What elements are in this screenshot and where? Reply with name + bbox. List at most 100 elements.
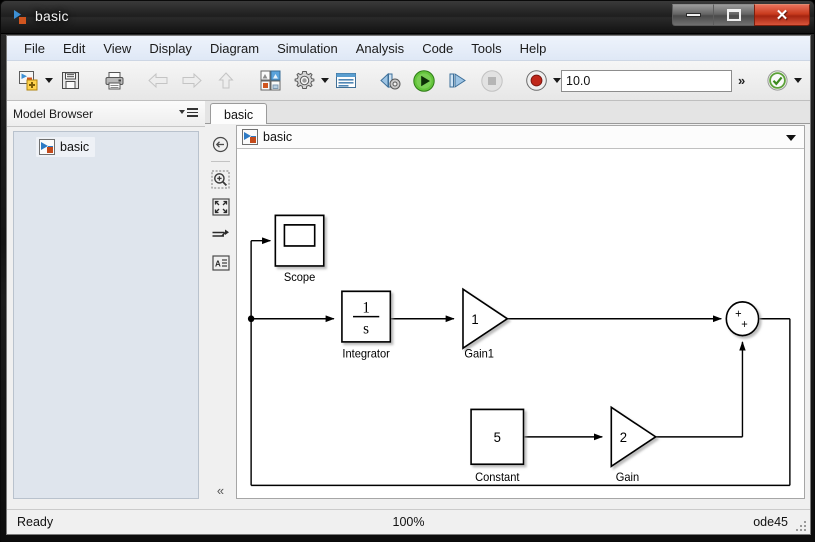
minimize-icon [685, 13, 701, 17]
menu-code[interactable]: Code [413, 38, 462, 59]
editor-pane: basic A « basic Scope 1 s Integrator 1 G… [205, 101, 810, 507]
toolbar-overflow-button[interactable]: » [732, 73, 750, 88]
collapse-tool-rail-button[interactable]: « [205, 479, 236, 501]
zoom-region-icon [211, 170, 230, 188]
window-controls: ✕ [672, 4, 810, 27]
tool-rail-divider [211, 161, 230, 162]
window-frame: basic ✕ File Edit View Display Diagram S… [0, 0, 815, 542]
tree-item-basic[interactable]: basic [36, 137, 96, 157]
svg-text:s: s [363, 320, 369, 337]
step-forward-button[interactable] [441, 65, 475, 97]
forward-arrow-icon [182, 72, 202, 89]
menu-file[interactable]: File [15, 38, 54, 59]
title-bar[interactable]: basic ✕ [1, 1, 814, 34]
svg-text:1: 1 [471, 312, 478, 327]
menu-analysis[interactable]: Analysis [347, 38, 413, 59]
breadcrumb: basic [237, 126, 804, 149]
signal-port-button[interactable] [205, 221, 236, 249]
window-title: basic [35, 8, 69, 24]
library-browser-button[interactable] [253, 65, 287, 97]
model-browser-panel: Model Browser basic [7, 101, 205, 507]
zoom-region-button[interactable] [205, 165, 236, 193]
annotation-icon: A [211, 255, 230, 271]
maximize-button[interactable] [713, 4, 755, 26]
navigate-up-button[interactable] [205, 130, 236, 158]
signal-port-icon [212, 229, 229, 237]
hamburger-icon [187, 108, 198, 117]
main-body: Model Browser basic basic A « basic Scop… [7, 101, 810, 507]
menu-view[interactable]: View [94, 38, 140, 59]
gear-icon [294, 71, 314, 89]
up-button[interactable] [209, 65, 243, 97]
model-browser-title: Model Browser [13, 106, 94, 121]
annotation-button[interactable]: A [205, 249, 236, 277]
simulink-window: basic ✕ File Edit View Display Diagram S… [0, 0, 815, 542]
menu-edit[interactable]: Edit [54, 38, 94, 59]
save-button[interactable] [53, 65, 87, 97]
block-gain: 2 [610, 405, 658, 468]
new-model-icon [18, 71, 37, 91]
client-area: File Edit View Display Diagram Simulatio… [6, 35, 811, 535]
resize-grip-icon[interactable] [794, 519, 806, 531]
build-model-icon [379, 72, 400, 90]
library-browser-icon [260, 70, 280, 91]
stop-icon [481, 69, 503, 92]
tab-basic[interactable]: basic [210, 103, 268, 125]
forward-button[interactable] [175, 65, 209, 97]
menu-display[interactable]: Display [140, 38, 201, 59]
chevron-down-icon[interactable] [786, 135, 796, 141]
browser-options-icon[interactable] [179, 108, 198, 117]
breadcrumb-label: basic [263, 130, 293, 144]
model-browser-tree[interactable]: basic [13, 131, 199, 499]
block-label-constant: Constant [475, 472, 520, 484]
simulink-model-icon [242, 129, 258, 145]
stop-button[interactable] [475, 65, 509, 97]
simulink-model-icon [39, 139, 55, 155]
svg-text:2: 2 [620, 430, 627, 445]
solver-name[interactable]: ode45 [753, 515, 788, 529]
record-icon [525, 70, 547, 91]
fast-restart-button[interactable] [760, 65, 794, 97]
new-model-dropdown[interactable] [45, 66, 53, 96]
block-scope [274, 214, 325, 267]
menu-diagram[interactable]: Diagram [201, 38, 268, 59]
new-model-button[interactable] [11, 65, 45, 97]
block-label-gain: Gain [616, 472, 639, 484]
block-integrator: 1 s [341, 290, 392, 343]
record-dropdown[interactable] [553, 66, 561, 96]
stop-time-input[interactable] [561, 69, 732, 92]
block-diagram[interactable]: Scope 1 s Integrator 1 Gain1 5 Constant … [237, 150, 804, 498]
tab-strip: basic [205, 101, 810, 125]
model-canvas[interactable]: Scope 1 s Integrator 1 Gain1 5 Constant … [237, 150, 804, 498]
run-button[interactable] [407, 65, 441, 97]
block-label-scope: Scope [284, 272, 315, 284]
record-button[interactable] [519, 65, 553, 97]
close-button[interactable]: ✕ [754, 4, 810, 26]
model-explorer-button[interactable] [329, 65, 363, 97]
status-bar: Ready 100% ode45 [7, 509, 810, 534]
menu-tools[interactable]: Tools [462, 38, 510, 59]
block-sum: + + [725, 301, 760, 337]
simulink-model-icon [12, 8, 30, 26]
canvas-container: A « basic Scope 1 s Integrator 1 Gain1 5… [205, 124, 810, 507]
step-forward-icon [449, 73, 466, 88]
maximize-icon [727, 9, 741, 21]
chevron-down-icon [321, 78, 329, 83]
menu-simulation[interactable]: Simulation [268, 38, 347, 59]
toolbar: » [7, 61, 810, 101]
signal-junction [247, 315, 255, 323]
menu-bar: File Edit View Display Diagram Simulatio… [7, 36, 810, 61]
canvas-tool-rail: A « [205, 124, 236, 507]
fit-to-view-button[interactable] [205, 193, 236, 221]
model-configuration-button[interactable] [287, 65, 321, 97]
chevron-down-icon [45, 78, 53, 83]
zoom-level[interactable]: 100% [7, 515, 810, 529]
fast-restart-dropdown[interactable] [794, 66, 803, 96]
minimize-button[interactable] [672, 4, 714, 26]
model-configuration-dropdown[interactable] [321, 66, 329, 96]
update-model-button[interactable] [373, 65, 407, 97]
menu-help[interactable]: Help [511, 38, 556, 59]
back-button[interactable] [141, 65, 175, 97]
print-button[interactable] [97, 65, 131, 97]
tree-item-label: basic [60, 140, 90, 154]
